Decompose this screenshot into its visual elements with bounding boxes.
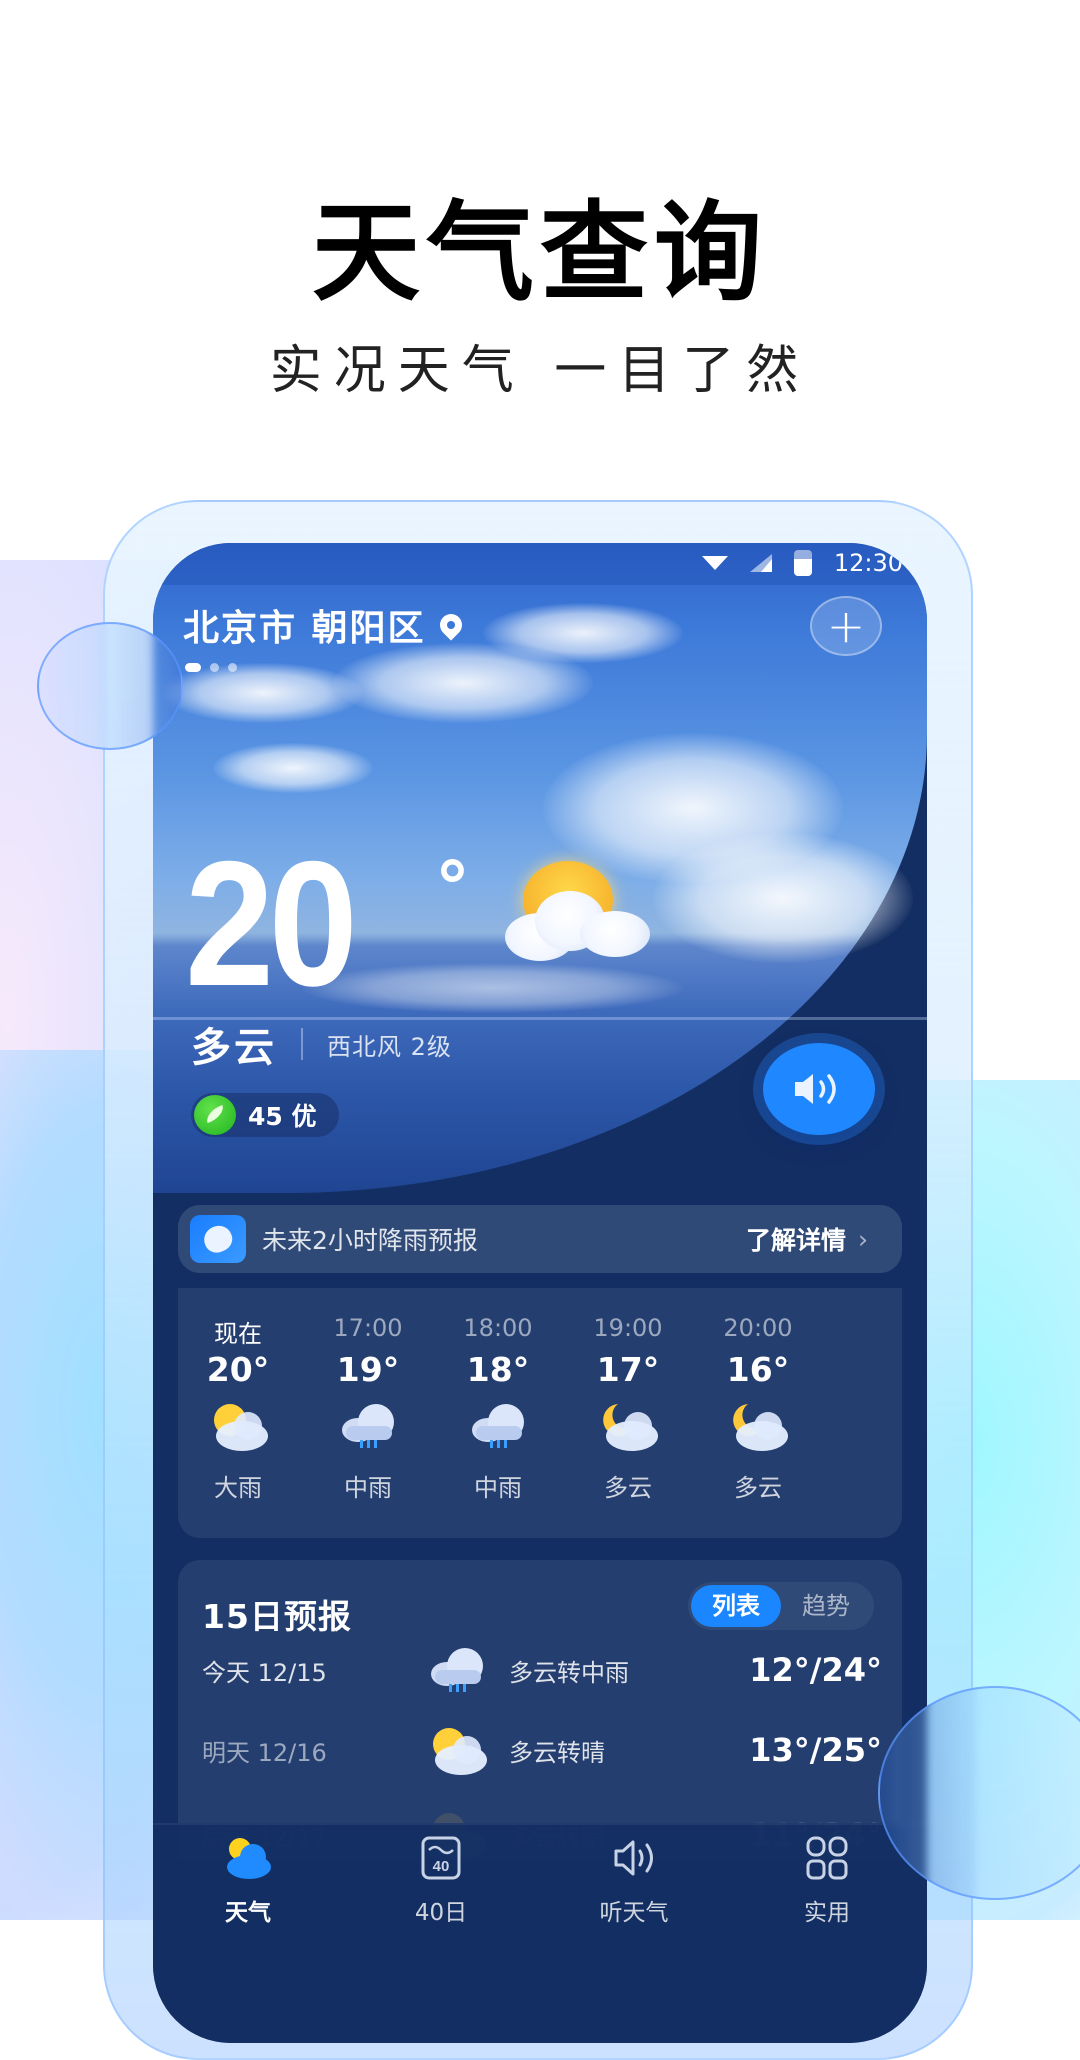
hour-time: 现在 <box>214 1320 262 1348</box>
forecast-title: 15日预报 <box>202 1597 352 1636</box>
hour-temp: 20° <box>206 1350 270 1389</box>
forecast-temp: 12°/24° <box>749 1651 882 1689</box>
phone-screen: 12:30 北京市 朝阳区 + 20 ° 多云 西北风 2级 45 优 未来2小… <box>153 543 927 2043</box>
divider <box>301 1028 303 1060</box>
svg-text:40: 40 <box>433 1858 450 1875</box>
hour-temp: 17° <box>596 1350 660 1389</box>
status-time: 12:30 <box>833 549 903 577</box>
speaker-icon <box>795 1074 836 1104</box>
partly-cloudy-icon <box>214 1404 268 1451</box>
hour-time: 17:00 <box>333 1314 403 1342</box>
hourly-forecast[interactable]: 现在 20° 大雨 17:00 19° 中雨 18:00 18° 中雨 19:0… <box>178 1288 902 1538</box>
hour-time: 20:00 <box>723 1314 793 1342</box>
forecast-row[interactable]: 明天 12/16 多云转晴 13°/25° <box>202 1715 882 1785</box>
battery-icon <box>793 550 812 576</box>
tab-utilities[interactable]: 实用 <box>767 1835 887 1927</box>
chevron-right-icon: › <box>858 1224 868 1254</box>
wifi-icon <box>701 556 728 570</box>
cloud-decoration <box>653 833 913 963</box>
degree-symbol: ° <box>435 847 470 929</box>
tab-listen-weather[interactable]: 听天气 <box>574 1835 694 1927</box>
page-dot[interactable] <box>210 663 219 672</box>
rain-icon <box>342 1404 394 1448</box>
bell-icon <box>199 1221 237 1257</box>
aqi-text: 45 优 <box>248 1102 317 1131</box>
forecast-row[interactable]: 今天 12/15 多云转中雨 12°/24° <box>202 1635 882 1705</box>
page-indicator <box>185 663 237 672</box>
cloud-decoration <box>213 743 373 793</box>
view-list-button[interactable]: 列表 <box>691 1585 781 1627</box>
promo-subtitle: 实况天气 一目了然 <box>269 341 811 401</box>
leaf-icon <box>194 1095 236 1135</box>
tab-label: 实用 <box>804 1900 850 1926</box>
location-pin-icon <box>434 609 467 641</box>
hour-desc: 多云 <box>734 1474 782 1502</box>
status-bar: 12:30 <box>153 543 927 585</box>
tab-label: 天气 <box>225 1900 271 1926</box>
forecast-date: 今天 12/15 <box>202 1658 327 1687</box>
promo-title: 天气查询 <box>311 191 768 316</box>
rain-forecast-banner[interactable]: 未来2小时降雨预报 了解详情 › <box>178 1205 902 1273</box>
grid-icon <box>806 1836 848 1880</box>
hour-desc: 中雨 <box>474 1474 522 1502</box>
hour-time: 19:00 <box>593 1314 663 1342</box>
forecast-desc: 多云转晴 <box>509 1738 605 1767</box>
partly-cloudy-night-icon <box>733 1404 788 1451</box>
tab-40-day[interactable]: 40 40日 <box>381 1835 501 1927</box>
condition-text: 多云 <box>191 1025 277 1071</box>
hour-temp: 19° <box>336 1350 400 1389</box>
rain-icon <box>431 1648 483 1692</box>
speaker-icon <box>614 1840 653 1876</box>
tab-label: 听天气 <box>599 1900 669 1926</box>
voice-broadcast-button[interactable] <box>763 1043 875 1135</box>
forecast-date: 明天 12/16 <box>202 1738 327 1767</box>
partly-cloudy-sun-icon <box>505 861 655 971</box>
location-name: 北京市 朝阳区 <box>183 608 426 649</box>
hour-desc: 多云 <box>604 1474 652 1502</box>
page-dot[interactable] <box>228 663 237 672</box>
view-toggle: 列表 趋势 <box>688 1582 874 1630</box>
hour-desc: 中雨 <box>344 1474 392 1502</box>
page-dot-active[interactable] <box>185 663 201 672</box>
partly-cloudy-night-icon <box>603 1404 658 1451</box>
tab-label: 40日 <box>414 1900 468 1926</box>
forecast-card: 15日预报 列表 趋势 今天 12/15 多云转中雨 12°/24° 明天 12… <box>178 1560 902 1860</box>
glass-bubble-decoration <box>37 622 183 750</box>
hour-desc: 大雨 <box>214 1474 262 1502</box>
rain-details-label: 了解详情 <box>745 1226 846 1255</box>
wind-text: 西北风 2级 <box>327 1032 452 1061</box>
hour-time: 18:00 <box>463 1314 533 1342</box>
add-city-button[interactable]: + <box>810 596 882 656</box>
aqi-badge[interactable]: 45 优 <box>191 1093 339 1137</box>
forecast-temp: 13°/25° <box>749 1731 882 1769</box>
bottom-nav: 天气 40 40日 听天气 实用 <box>153 1823 927 2043</box>
calendar-40-icon: 40 <box>421 1836 461 1880</box>
rain-forecast-text: 未来2小时降雨预报 <box>262 1226 478 1255</box>
forecast-desc: 多云转中雨 <box>509 1658 629 1687</box>
cloud-decoration <box>163 663 363 723</box>
weather-icon <box>227 1838 271 1879</box>
rain-details-link[interactable]: 了解详情 › <box>746 1221 868 1257</box>
current-condition: 多云 西北风 2级 <box>191 1015 452 1073</box>
location-selector[interactable]: 北京市 朝阳区 <box>183 599 467 651</box>
cloud-decoration <box>483 603 683 663</box>
rain-icon <box>472 1404 524 1448</box>
view-trend-button[interactable]: 趋势 <box>781 1585 871 1627</box>
plus-icon: + <box>826 599 866 653</box>
current-temperature: 20 <box>185 824 358 1023</box>
hour-temp: 18° <box>466 1350 530 1389</box>
hour-temp: 16° <box>726 1350 790 1389</box>
bell-icon-box <box>190 1215 246 1263</box>
tab-weather[interactable]: 天气 <box>188 1835 308 1927</box>
partly-cloudy-icon <box>433 1728 487 1775</box>
signal-icon <box>749 554 772 572</box>
